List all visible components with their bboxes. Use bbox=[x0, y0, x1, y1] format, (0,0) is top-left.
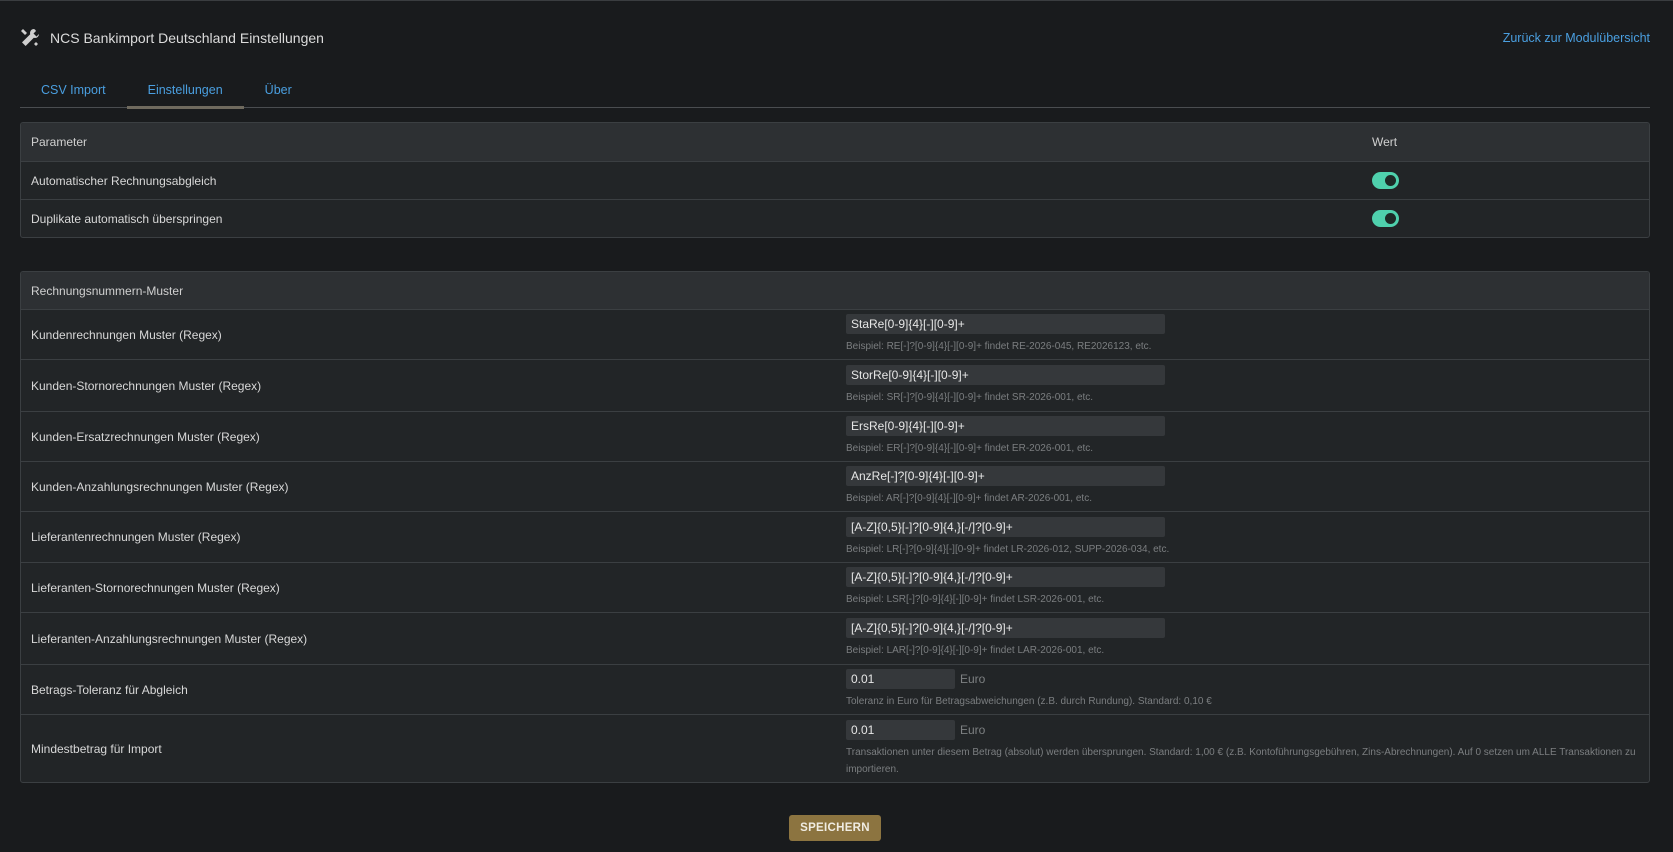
tab-csv-import[interactable]: CSV Import bbox=[20, 77, 127, 107]
page-header: NCS Bankimport Deutschland Einstellungen… bbox=[20, 27, 1650, 49]
regex-input[interactable]: AnzRe[-]?[0-9]{4}[-][0-9]+ bbox=[846, 466, 1165, 486]
pattern-label: Mindestbetrag für Import bbox=[31, 741, 162, 756]
pattern-label: Lieferanten-Stornorechnungen Muster (Reg… bbox=[31, 580, 280, 595]
table-row: Lieferantenrechnungen Muster (Regex) [A-… bbox=[21, 511, 1649, 562]
regex-input[interactable]: StaRe[0-9]{4}[-][0-9]+ bbox=[846, 314, 1165, 334]
table-row: Betrags-Toleranz für Abgleich 0.01 Euro T… bbox=[21, 664, 1649, 714]
pattern-label: Kunden-Stornorechnungen Muster (Regex) bbox=[31, 378, 262, 393]
tab-ueber[interactable]: Über bbox=[244, 77, 313, 107]
back-to-modules-link[interactable]: Zurück zur Modulübersicht bbox=[1503, 31, 1650, 45]
column-header-parameter: Parameter bbox=[31, 135, 88, 149]
regex-input[interactable]: [A-Z]{0,5}[-]?[0-9]{4,}[-/]?[0-9]+ bbox=[846, 618, 1165, 638]
table-row: Kunden-Stornorechnungen Muster (Regex) S… bbox=[21, 359, 1649, 411]
hint-text: Beispiel: ER[-]?[0-9]{4}[-][0-9]+ findet… bbox=[846, 443, 1094, 454]
regex-input[interactable]: ErsRe[0-9]{4}[-][0-9]+ bbox=[846, 416, 1165, 436]
amount-input[interactable]: 0.01 bbox=[846, 669, 955, 689]
table-header: Rechnungsnummern-Muster bbox=[21, 272, 1649, 309]
value-cell: 0.01 Euro Transaktionen unter diesem Betr… bbox=[846, 719, 1649, 778]
value-cell: StaRe[0-9]{4}[-][0-9]+ Beispiel: RE[-]?[… bbox=[846, 314, 1165, 355]
pattern-label: Kundenrechnungen Muster (Regex) bbox=[31, 327, 222, 342]
param-label: Duplikate automatisch überspringen bbox=[31, 211, 223, 226]
auto-invoice-matching-toggle[interactable] bbox=[1372, 172, 1399, 189]
table-row: Duplikate automatisch überspringen bbox=[21, 199, 1649, 237]
pattern-label: Betrags-Toleranz für Abgleich bbox=[31, 682, 188, 697]
value-cell: [A-Z]{0,5}[-]?[0-9]{4,}[-/]?[0-9]+ Beisp… bbox=[846, 618, 1165, 659]
amount-input[interactable]: 0.01 bbox=[846, 719, 955, 740]
pattern-label: Lieferanten-Anzahlungsrechnungen Muster … bbox=[31, 631, 308, 646]
table-row: Lieferanten-Anzahlungsrechnungen Muster … bbox=[21, 612, 1649, 664]
tab-einstellungen[interactable]: Einstellungen bbox=[126, 77, 244, 109]
section-title: Rechnungsnummern-Muster bbox=[31, 283, 184, 298]
skip-duplicates-toggle[interactable] bbox=[1372, 210, 1399, 227]
value-cell: AnzRe[-]?[0-9]{4}[-][0-9]+ Beispiel: AR[… bbox=[846, 466, 1165, 507]
value-cell: ErsRe[0-9]{4}[-][0-9]+ Beispiel: ER[-]?[… bbox=[846, 416, 1165, 457]
pattern-label: Kunden-Anzahlungsrechnungen Muster (Rege… bbox=[31, 479, 289, 494]
table-row: Kunden-Anzahlungsrechnungen Muster (Rege… bbox=[21, 461, 1649, 511]
hint-text: Beispiel: SR[-]?[0-9]{4}[-][0-9]+ findet… bbox=[846, 392, 1094, 403]
tab-bar: CSV Import Einstellungen Über bbox=[20, 77, 1650, 109]
hint-text: Beispiel: LSR[-]?[0-9]{4}[-][0-9]+ finde… bbox=[846, 594, 1105, 605]
hint-text: Toleranz in Euro für Betragsabweichungen… bbox=[846, 696, 1212, 707]
table-row: Automatischer Rechnungsabgleich bbox=[21, 161, 1649, 199]
table-header: Parameter Wert bbox=[21, 123, 1649, 161]
unit-label: Euro bbox=[960, 722, 986, 737]
unit-label: Euro bbox=[960, 672, 986, 686]
table-row: Kunden-Ersatzrechnungen Muster (Regex) E… bbox=[21, 411, 1649, 461]
parameters-table: Parameter Wert Automatischer Rechnungsab… bbox=[20, 122, 1650, 238]
regex-input[interactable]: [A-Z]{0,5}[-]?[0-9]{4,}[-/]?[0-9]+ bbox=[846, 567, 1165, 587]
value-cell: [A-Z]{0,5}[-]?[0-9]{4,}[-/]?[0-9]+ Beisp… bbox=[846, 567, 1165, 608]
column-header-value: Wert bbox=[1372, 135, 1398, 149]
hint-text: Beispiel: LR[-]?[0-9]{4}[-][0-9]+ findet… bbox=[846, 543, 1170, 555]
tools-icon bbox=[20, 28, 40, 48]
hint-text: Beispiel: LAR[-]?[0-9]{4}[-][0-9]+ finde… bbox=[846, 645, 1105, 656]
table-row: Mindestbetrag für Import 0.01 Euro Transa… bbox=[21, 714, 1649, 782]
pattern-label: Kunden-Ersatzrechnungen Muster (Regex) bbox=[31, 429, 260, 444]
hint-text: Beispiel: RE[-]?[0-9]{4}[-][0-9]+ findet… bbox=[846, 341, 1152, 352]
pattern-label: Lieferantenrechnungen Muster (Regex) bbox=[31, 530, 241, 544]
param-label: Automatischer Rechnungsabgleich bbox=[31, 173, 217, 188]
value-cell: 0.01 Euro Toleranz in Euro für Betragsabw… bbox=[846, 669, 1212, 710]
table-row: Lieferanten-Stornorechnungen Muster (Reg… bbox=[21, 562, 1649, 612]
value-cell: StorRe[0-9]{4}[-][0-9]+ Beispiel: SR[-]?… bbox=[846, 365, 1165, 406]
regex-input[interactable]: StorRe[0-9]{4}[-][0-9]+ bbox=[846, 365, 1165, 385]
save-button[interactable]: SPEICHERN bbox=[789, 815, 881, 841]
regex-input[interactable]: [A-Z]{0,5}[-]?[0-9]{4,}[-/]?[0-9]+ bbox=[846, 516, 1165, 537]
page-title: NCS Bankimport Deutschland Einstellungen bbox=[50, 30, 324, 46]
hint-text: Transaktionen unter diesem Betrag (absol… bbox=[846, 746, 1636, 775]
value-cell: [A-Z]{0,5}[-]?[0-9]{4,}[-/]?[0-9]+ Beisp… bbox=[846, 516, 1170, 558]
table-row: Kundenrechnungen Muster (Regex) StaRe[0-… bbox=[21, 309, 1649, 359]
invoice-patterns-table: Rechnungsnummern-Muster Kundenrechnungen… bbox=[20, 271, 1650, 783]
hint-text: Beispiel: AR[-]?[0-9]{4}[-][0-9]+ findet… bbox=[846, 493, 1092, 504]
